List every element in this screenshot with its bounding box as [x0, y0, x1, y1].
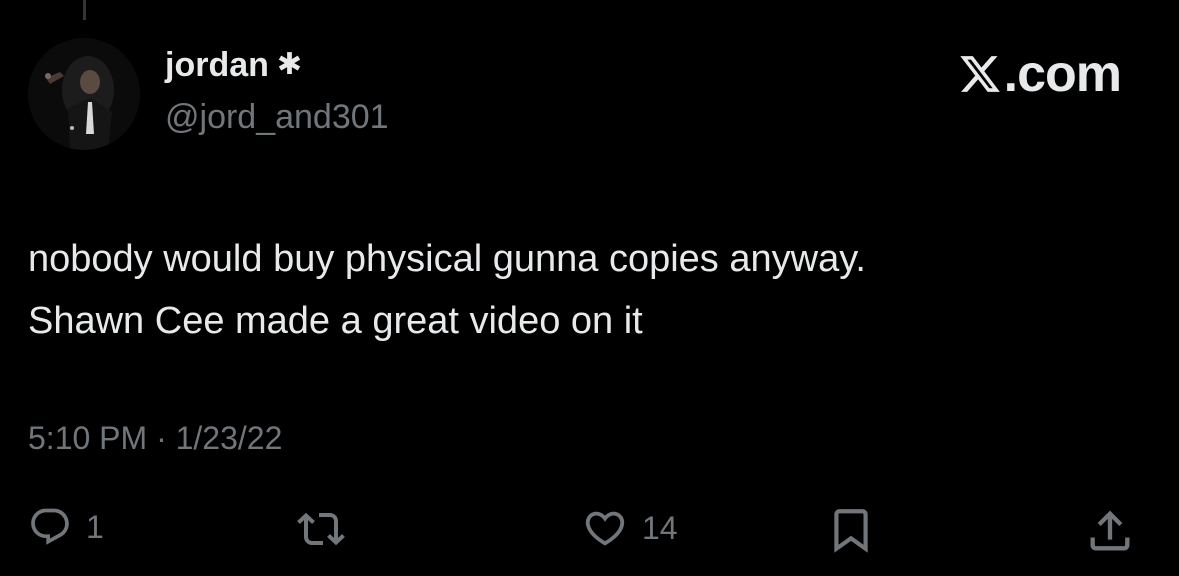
bookmark-button[interactable]: [826, 505, 876, 555]
author-name-row[interactable]: jordan ✱: [165, 48, 302, 82]
action-bar: 1 14: [0, 505, 1179, 565]
share-icon: [1090, 510, 1130, 551]
reply-count: 1: [86, 509, 104, 545]
display-name: jordan: [165, 46, 269, 84]
x-logo-icon: [959, 56, 1000, 92]
name-emoji: ✱: [276, 47, 303, 82]
brand-domain-text: .com: [1003, 45, 1122, 103]
reply-icon: [31, 508, 69, 545]
tweet-text: nobody would buy physical gunna copies a…: [28, 228, 1128, 352]
retweet-button[interactable]: [290, 505, 366, 553]
like-button[interactable]: 14: [582, 505, 678, 551]
avatar[interactable]: [28, 38, 140, 150]
thread-connector-line: [83, 0, 86, 20]
avatar-image: [28, 38, 140, 150]
heart-icon: [585, 511, 625, 546]
tweet-timestamp[interactable]: 5:10 PM · 1/23/22: [28, 422, 282, 454]
retweet-icon: [297, 512, 345, 546]
user-handle[interactable]: @jord_and301: [165, 100, 389, 134]
share-button[interactable]: [1084, 505, 1136, 557]
tweet-text-line: Shawn Cee made a great video on it: [28, 300, 643, 342]
brand-logo: .com: [958, 45, 1122, 103]
tweet-text-line: nobody would buy physical gunna copies a…: [28, 238, 866, 280]
bookmark-icon: [834, 509, 868, 553]
like-count: 14: [642, 510, 678, 546]
reply-button[interactable]: 1: [28, 505, 104, 549]
